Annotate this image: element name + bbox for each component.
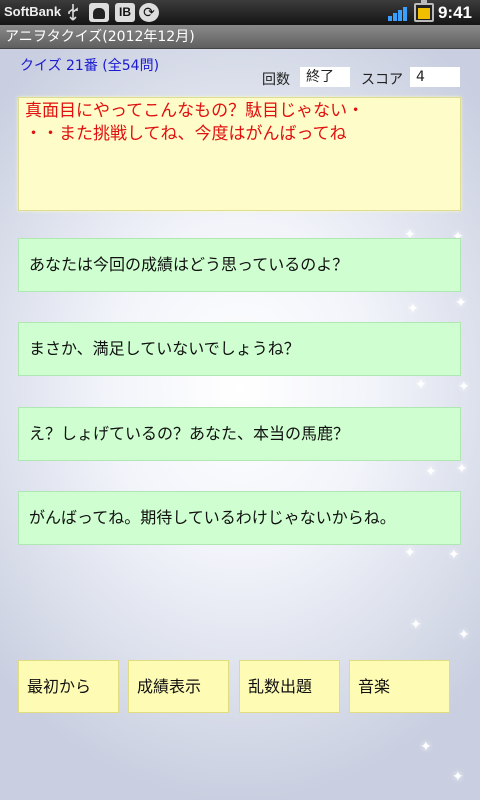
sparkle-icon: ✦ — [425, 464, 437, 480]
score-value: 4 — [410, 67, 460, 87]
signal-strength-icon — [388, 4, 410, 21]
answer-option-2[interactable]: まさか、満足していないでしょうね？ — [18, 322, 461, 376]
carrier-name: SoftBank — [4, 4, 62, 19]
restart-button[interactable]: 最初から — [18, 660, 119, 713]
random-question-button[interactable]: 乱数出題 — [239, 660, 340, 713]
sync-icon: ⟳ — [139, 3, 159, 22]
sparkle-icon: ✦ — [415, 377, 427, 393]
sparkle-icon: ✦ — [448, 547, 460, 563]
music-button[interactable]: 音楽 — [349, 660, 450, 713]
sparkle-icon: ✦ — [410, 617, 422, 633]
quiz-screen: ✦ ✦ ✦ ✦ ✦ ✦ ✦ ✦ ✦ ✦ ✦ ✦ ✦ ✦ クイズ 21番 (全54… — [0, 49, 480, 800]
rounds-value: 終了 — [300, 67, 350, 87]
message-line-2: ・・また挑戦してね、今度はがんばってね — [25, 124, 347, 144]
usb-icon — [66, 3, 80, 22]
sparkle-icon: ✦ — [456, 461, 468, 477]
ib-badge-icon: IB — [115, 3, 135, 22]
android-debug-icon — [89, 3, 109, 22]
status-bar: SoftBank IB ⟳ 9:41 — [0, 0, 480, 25]
sparkle-icon: ✦ — [455, 295, 467, 311]
result-message: 真面目にやってこんなもの？駄目じゃない・ ・・また挑戦してね、今度はがんばってね — [18, 97, 461, 211]
message-line-1: 真面目にやってこんなもの？駄目じゃない・ — [25, 101, 365, 121]
answer-option-4[interactable]: がんばってね。期待しているわけじゃないからね。 — [18, 491, 461, 545]
quiz-number-label: クイズ 21番 (全54問) — [20, 58, 160, 74]
app-title: アニヲタクイズ(2012年12月) — [0, 25, 480, 49]
sparkle-icon: ✦ — [458, 379, 470, 395]
sparkle-icon: ✦ — [458, 627, 470, 643]
rounds-label: 回数 — [262, 72, 290, 88]
score-label: スコア — [361, 72, 403, 88]
answer-option-3[interactable]: え？しょげているの？あなた、本当の馬鹿？ — [18, 407, 461, 461]
sparkle-icon: ✦ — [452, 769, 464, 785]
clock: 9:41 — [437, 3, 472, 22]
show-score-button[interactable]: 成績表示 — [128, 660, 229, 713]
battery-icon — [414, 0, 434, 22]
sparkle-icon: ✦ — [420, 739, 432, 755]
sparkle-icon: ✦ — [404, 545, 416, 561]
sparkle-icon: ✦ — [407, 301, 419, 317]
answer-option-1[interactable]: あなたは今回の成績はどう思っているのよ？ — [18, 238, 461, 292]
